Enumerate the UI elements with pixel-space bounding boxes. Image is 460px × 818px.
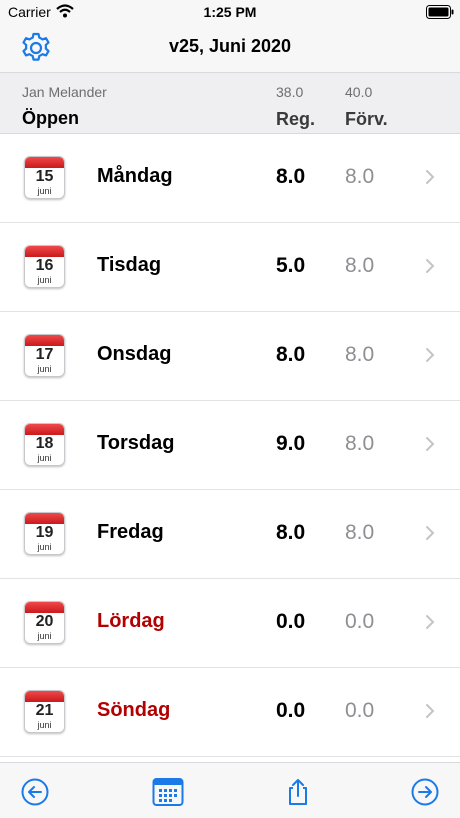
calendar-month: juni — [37, 720, 52, 730]
arrow-right-circle-icon — [411, 778, 439, 806]
calendar-month: juni — [37, 186, 52, 196]
arrow-left-circle-icon — [21, 778, 49, 806]
registered-hours: 8.0 — [276, 521, 306, 544]
day-row[interactable]: 16 juni Tisdag 5.0 8.0 — [0, 223, 460, 312]
expected-column-label: Förv. — [345, 109, 388, 129]
day-row[interactable]: 15 juni Måndag 8.0 8.0 — [0, 134, 460, 223]
clock-label: 1:25 PM — [203, 4, 257, 20]
calendar-day-number: 18 — [35, 435, 54, 452]
calendar-day-number: 21 — [35, 702, 54, 719]
expected-total: 40.0 — [345, 84, 373, 100]
calendar-date-icon: 20 juni — [24, 601, 65, 644]
expected-hours: 8.0 — [345, 343, 375, 366]
calendar-month: juni — [37, 364, 52, 374]
chevron-right-icon — [426, 526, 435, 540]
week-status: Öppen — [22, 108, 79, 128]
user-name: Jan Melander — [22, 84, 107, 100]
day-list: 15 juni Måndag 8.0 8.0 16 juni Tisdag 5.… — [0, 134, 460, 757]
calendar-grid-icon — [152, 778, 184, 806]
registered-hours: 5.0 — [276, 254, 306, 277]
calendar-day-number: 17 — [35, 346, 54, 363]
registered-total: 38.0 — [276, 84, 304, 100]
day-row[interactable]: 17 juni Onsdag 8.0 8.0 — [0, 312, 460, 401]
registered-column-label: Reg. — [276, 109, 316, 129]
calendar-date-icon: 17 juni — [24, 334, 65, 377]
bottom-toolbar — [0, 762, 460, 818]
day-name: Söndag — [97, 699, 171, 721]
registered-hours: 0.0 — [276, 699, 306, 722]
expected-hours: 8.0 — [345, 432, 375, 455]
day-name: Tisdag — [97, 254, 162, 276]
registered-hours: 9.0 — [276, 432, 306, 455]
expected-hours: 0.0 — [345, 610, 375, 633]
calendar-button[interactable] — [152, 777, 184, 807]
calendar-date-icon: 16 juni — [24, 245, 65, 288]
chevron-right-icon — [426, 348, 435, 362]
expected-hours: 0.0 — [345, 699, 375, 722]
week-summary-header: Jan Melander Öppen 38.0 40.0 Reg. Förv. — [0, 72, 460, 134]
day-name: Måndag — [97, 165, 173, 187]
calendar-day-number: 15 — [35, 168, 54, 185]
registered-hours: 0.0 — [276, 610, 306, 633]
next-week-button[interactable] — [410, 777, 440, 807]
calendar-date-icon: 21 juni — [24, 690, 65, 733]
registered-hours: 8.0 — [276, 343, 306, 366]
day-row[interactable]: 21 juni Söndag 0.0 0.0 — [0, 668, 460, 757]
day-name: Torsdag — [97, 432, 175, 454]
calendar-month: juni — [37, 453, 52, 463]
navigation-bar: v25, Juni 2020 — [0, 24, 460, 72]
share-icon — [289, 779, 307, 805]
chevron-right-icon — [426, 259, 435, 273]
calendar-day-number: 16 — [35, 257, 54, 274]
chevron-right-icon — [426, 704, 435, 718]
chevron-right-icon — [426, 437, 435, 451]
calendar-day-number: 20 — [35, 613, 54, 630]
page-title: v25, Juni 2020 — [168, 36, 292, 56]
day-row[interactable]: 19 juni Fredag 8.0 8.0 — [0, 490, 460, 579]
calendar-date-icon: 15 juni — [24, 156, 65, 199]
calendar-month: juni — [37, 275, 52, 285]
calendar-date-icon: 18 juni — [24, 423, 65, 466]
day-name: Lördag — [97, 610, 165, 632]
registered-hours: 8.0 — [276, 165, 306, 188]
calendar-month: juni — [37, 542, 52, 552]
day-row[interactable]: 20 juni Lördag 0.0 0.0 — [0, 579, 460, 668]
status-bar: Carrier 1:25 PM — [0, 0, 460, 24]
expected-hours: 8.0 — [345, 254, 375, 277]
chevron-right-icon — [426, 170, 435, 184]
calendar-date-icon: 19 juni — [24, 512, 65, 555]
expected-hours: 8.0 — [345, 521, 375, 544]
chevron-right-icon — [426, 615, 435, 629]
battery-icon — [426, 5, 454, 24]
calendar-month: juni — [37, 631, 52, 641]
expected-hours: 8.0 — [345, 165, 375, 188]
day-name: Onsdag — [97, 343, 172, 365]
previous-week-button[interactable] — [20, 777, 50, 807]
share-button[interactable] — [283, 777, 313, 807]
day-row[interactable]: 18 juni Torsdag 9.0 8.0 — [0, 401, 460, 490]
day-name: Fredag — [97, 521, 164, 543]
calendar-day-number: 19 — [35, 524, 54, 541]
